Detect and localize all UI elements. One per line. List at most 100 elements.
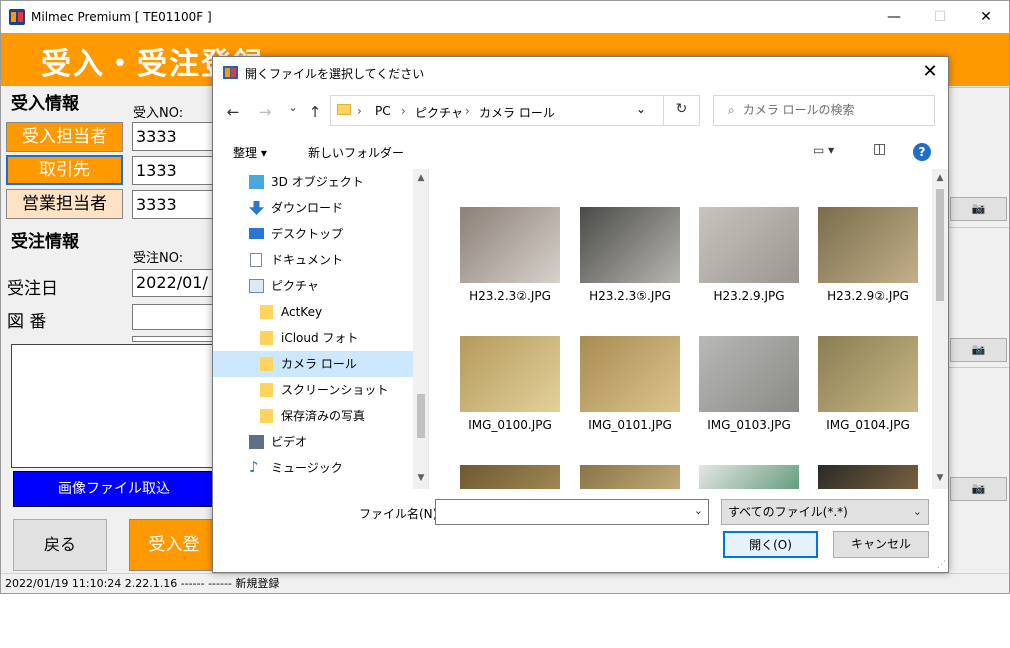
pictures-icon [249, 279, 264, 293]
dialog-close-button[interactable]: ✕ [912, 57, 948, 88]
file-item[interactable] [575, 465, 685, 489]
drawing-no-label: 図 番 [7, 312, 47, 332]
nav-scrollbar[interactable]: ▲ ▼ [413, 169, 428, 489]
nav-label: ダウンロード [271, 201, 344, 215]
organize-menu[interactable]: 整理 ▾ [233, 144, 267, 161]
nav-item-actkey[interactable]: ActKey [213, 299, 413, 325]
scroll-up-icon[interactable]: ▲ [932, 173, 948, 183]
receiver-field[interactable]: 3333 [132, 122, 214, 151]
navigation-pane: 3D オブジェクト ダウンロード デスクトップ ドキュメント ピクチャ ActK… [213, 169, 429, 489]
resize-grip-icon[interactable]: ⋰ [937, 560, 946, 570]
image-import-button[interactable]: 画像ファイル取込 [13, 471, 215, 507]
nav-item-documents[interactable]: ドキュメント [213, 247, 413, 273]
file-item[interactable]: H23.2.3⑤.JPG [575, 207, 685, 335]
breadcrumb-pc[interactable]: PC [375, 104, 391, 118]
scroll-up-icon[interactable]: ▲ [413, 173, 428, 183]
nav-label: ビデオ [271, 435, 308, 449]
file-name: IMG_0103.JPG [707, 418, 791, 432]
file-item[interactable] [694, 465, 804, 489]
search-placeholder: カメラ ロールの検索 [742, 103, 855, 117]
nav-item-pictures[interactable]: ピクチャ [213, 273, 413, 299]
maximize-button[interactable]: ☐ [917, 1, 963, 33]
thumbnail-image [460, 207, 560, 283]
forward-arrow-icon[interactable]: → [255, 103, 275, 121]
camera-button-2[interactable]: 📷 [950, 338, 1007, 362]
file-name: IMG_0104.JPG [826, 418, 910, 432]
preview-pane-icon[interactable]: ◫ [873, 141, 886, 157]
new-folder-button[interactable]: 新しいフォルダー [308, 144, 404, 161]
open-button[interactable]: 開く(O) [723, 531, 818, 558]
nav-item-screenshots[interactable]: スクリーンショット [213, 377, 413, 403]
nav-item-3d-objects[interactable]: 3D オブジェクト [213, 169, 413, 195]
scroll-down-icon[interactable]: ▼ [413, 473, 428, 483]
client-field[interactable]: 1333 [132, 156, 214, 185]
recent-locations-icon[interactable]: ⌄ [283, 101, 303, 114]
nav-item-downloads[interactable]: ダウンロード [213, 195, 413, 221]
window-title: Milmec Premium [ TE01100F ] [31, 10, 212, 24]
nav-item-camera-roll[interactable]: カメラ ロール [213, 351, 413, 377]
nav-item-music[interactable]: ♪ ミュージック [213, 455, 413, 481]
help-icon[interactable]: ? [913, 143, 931, 161]
file-item[interactable]: IMG_0101.JPG [575, 336, 685, 464]
file-name: IMG_0100.JPG [468, 418, 552, 432]
nav-label: スクリーンショット [281, 383, 389, 397]
file-item[interactable]: IMG_0104.JPG [813, 336, 923, 464]
sales-field[interactable]: 3333 [132, 190, 214, 219]
search-input[interactable]: ⌕ カメラ ロールの検索 [713, 95, 935, 126]
download-icon [249, 201, 264, 215]
view-options-icon[interactable]: ▭ ▾ [813, 143, 834, 157]
close-button[interactable]: ✕ [963, 1, 1009, 33]
filetype-select[interactable]: すべてのファイル(*.*) ⌄ [721, 499, 929, 525]
register-button[interactable]: 受入登 [129, 519, 219, 571]
nav-scroll-thumb[interactable] [417, 394, 425, 438]
file-item[interactable]: IMG_0100.JPG [455, 336, 565, 464]
folder-icon [260, 357, 273, 371]
nav-label: 3D オブジェクト [271, 175, 364, 189]
file-item[interactable]: IMG_0103.JPG [694, 336, 804, 464]
receiver-button[interactable]: 受入担当者 [6, 122, 123, 152]
file-item[interactable]: H23.2.9.JPG [694, 207, 804, 335]
file-name: IMG_0101.JPG [588, 418, 672, 432]
breadcrumb-pictures[interactable]: ピクチャ [415, 104, 463, 121]
back-button[interactable]: 戻る [13, 519, 107, 571]
dialog-title: 開くファイルを選択してください [245, 67, 425, 81]
order-date-label: 受注日 [7, 279, 58, 299]
back-arrow-icon[interactable]: ← [223, 103, 243, 121]
nav-label: ActKey [281, 305, 323, 319]
file-name: H23.2.3⑤.JPG [589, 289, 671, 303]
address-dropdown-icon[interactable]: ⌄ [636, 102, 646, 116]
receive-no-label: 受入NO: [133, 106, 184, 121]
breadcrumb-camera-roll[interactable]: カメラ ロール [479, 104, 555, 121]
order-date-field[interactable]: 2022/01/ [132, 269, 214, 297]
secondary-field[interactable] [132, 336, 214, 342]
client-button[interactable]: 取引先 [6, 155, 123, 185]
file-scroll-thumb[interactable] [936, 189, 944, 301]
nav-item-icloud-photos[interactable]: iCloud フォト [213, 325, 413, 351]
scroll-down-icon[interactable]: ▼ [932, 473, 948, 483]
file-item[interactable]: H23.2.9②.JPG [813, 207, 923, 335]
order-section-title: 受注情報 [11, 232, 79, 252]
minimize-button[interactable]: — [871, 1, 917, 33]
nav-item-videos[interactable]: ビデオ [213, 429, 413, 455]
up-arrow-icon[interactable]: ↑ [305, 103, 325, 121]
thumbnail-image [580, 207, 680, 283]
cancel-button[interactable]: キャンセル [833, 531, 929, 558]
chevron-down-icon[interactable]: ⌄ [694, 504, 703, 517]
thumbnail-image [818, 465, 918, 489]
file-list-scrollbar[interactable]: ▲ ▼ [932, 169, 948, 489]
file-item[interactable]: H23.2.3②.JPG [455, 207, 565, 335]
video-icon [249, 435, 264, 449]
address-bar[interactable]: › PC › ピクチャ › カメラ ロール ⌄ [330, 95, 700, 126]
refresh-icon[interactable]: ↻ [663, 95, 699, 126]
camera-button-3[interactable]: 📷 [950, 477, 1007, 501]
nav-item-desktop[interactable]: デスクトップ [213, 221, 413, 247]
drawing-no-field[interactable] [132, 304, 214, 330]
camera-button-1[interactable]: 📷 [950, 197, 1007, 221]
file-item[interactable] [455, 465, 565, 489]
nav-item-saved-pictures[interactable]: 保存済みの写真 [213, 403, 413, 429]
sales-button[interactable]: 営業担当者 [6, 189, 123, 219]
thumbnail-image [818, 336, 918, 412]
thumbnail-image [818, 207, 918, 283]
filename-input[interactable]: ⌄ [435, 499, 709, 525]
file-item[interactable] [813, 465, 923, 489]
